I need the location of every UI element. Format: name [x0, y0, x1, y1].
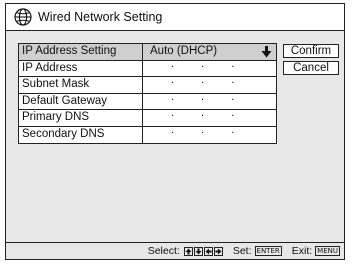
wired-network-dialog: Wired Network Setting IP Address Setting… — [5, 3, 345, 260]
primary-dns-value: . . . — [171, 107, 247, 119]
globe-icon — [14, 8, 32, 26]
set-label: Set: — [232, 245, 252, 257]
arrow-right-key-icon — [213, 246, 223, 256]
settings-panel: IP Address Setting Auto (DHCP) IP Addres… — [6, 31, 344, 242]
arrow-down-icon[interactable] — [261, 46, 272, 58]
enter-key-badge: ENTER — [254, 246, 282, 256]
secondary-dns-value: . . . — [171, 123, 247, 136]
secondary-dns-field[interactable]: . . . — [143, 124, 276, 144]
window-title: Wired Network Setting — [38, 10, 163, 24]
cancel-button[interactable]: Cancel — [283, 61, 339, 75]
confirm-button[interactable]: Confirm — [283, 44, 339, 58]
exit-hint: Exit: MENU — [292, 245, 340, 257]
ip-address-label: IP Address — [19, 60, 143, 76]
subnet-mask-value: . . . — [171, 74, 247, 86]
title-bar: Wired Network Setting — [6, 4, 344, 31]
ip-address-setting-label: IP Address Setting — [19, 44, 143, 60]
default-gateway-value: . . . — [171, 90, 247, 103]
row-secondary-dns[interactable]: Secondary DNS . . . — [19, 124, 276, 144]
primary-dns-label: Primary DNS — [19, 110, 143, 126]
select-label: Select: — [147, 245, 180, 257]
exit-label: Exit: — [291, 245, 313, 257]
secondary-dns-label: Secondary DNS — [19, 126, 143, 143]
status-bar: Select: Set: ENTER Exit: MENU — [6, 242, 344, 259]
default-gateway-label: Default Gateway — [19, 93, 143, 109]
select-hint: Select: — [148, 245, 223, 257]
subnet-mask-label: Subnet Mask — [19, 77, 143, 93]
arrow-down-key-icon — [193, 246, 203, 256]
arrow-up-key-icon — [183, 246, 193, 256]
arrow-keys — [183, 246, 223, 256]
network-settings-table: IP Address Setting Auto (DHCP) IP Addres… — [18, 43, 277, 144]
ip-address-value: . . . — [171, 57, 247, 70]
arrow-left-key-icon — [203, 246, 213, 256]
menu-key-badge: MENU — [315, 246, 340, 256]
set-hint: Set: ENTER — [233, 245, 282, 257]
